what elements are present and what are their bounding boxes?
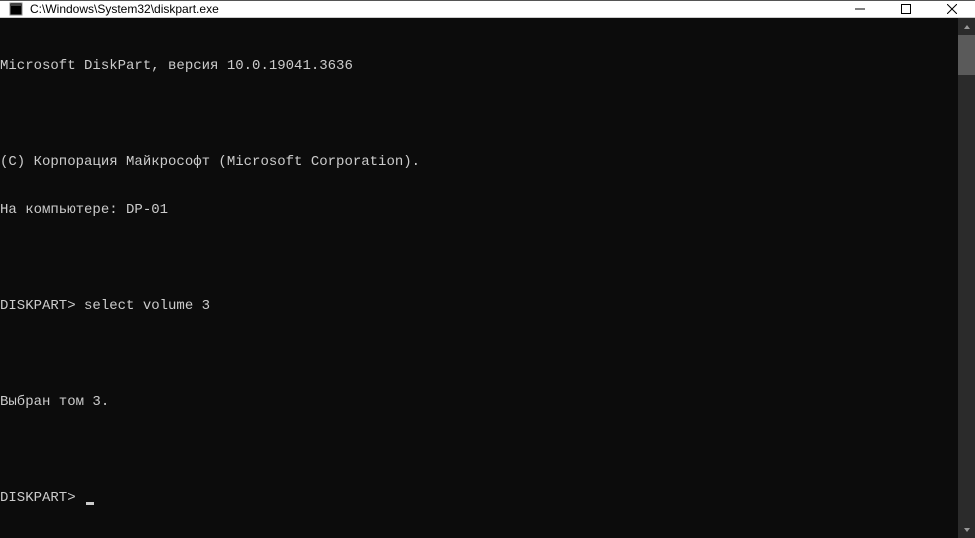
console-line: (C) Корпорация Майкрософт (Microsoft Cor…: [0, 154, 958, 170]
console-area: Microsoft DiskPart, версия 10.0.19041.36…: [0, 18, 975, 538]
window-title: C:\Windows\System32\diskpart.exe: [30, 2, 837, 16]
console-prompt: DISKPART>: [0, 490, 84, 506]
console-line: [0, 250, 958, 266]
cursor-icon: [86, 502, 94, 505]
app-icon: [8, 1, 24, 17]
vertical-scrollbar[interactable]: [958, 18, 975, 538]
console-line: На компьютере: DP-01: [0, 202, 958, 218]
console-line: [0, 442, 958, 458]
scroll-down-button[interactable]: [958, 521, 975, 538]
scroll-up-button[interactable]: [958, 18, 975, 35]
minimize-button[interactable]: [837, 1, 883, 17]
console-line: DISKPART> select volume 3: [0, 298, 958, 314]
scroll-thumb[interactable]: [958, 35, 975, 75]
maximize-button[interactable]: [883, 1, 929, 17]
close-button[interactable]: [929, 1, 975, 17]
console-line: Выбран том 3.: [0, 394, 958, 410]
titlebar[interactable]: C:\Windows\System32\diskpart.exe: [0, 1, 975, 18]
window-controls: [837, 1, 975, 17]
console-line: [0, 346, 958, 362]
console-line: [0, 106, 958, 122]
console-line: Microsoft DiskPart, версия 10.0.19041.36…: [0, 58, 958, 74]
window: C:\Windows\System32\diskpart.exe Microso…: [0, 0, 975, 512]
console-output[interactable]: Microsoft DiskPart, версия 10.0.19041.36…: [0, 18, 958, 538]
console-prompt-line: DISKPART>: [0, 490, 958, 506]
